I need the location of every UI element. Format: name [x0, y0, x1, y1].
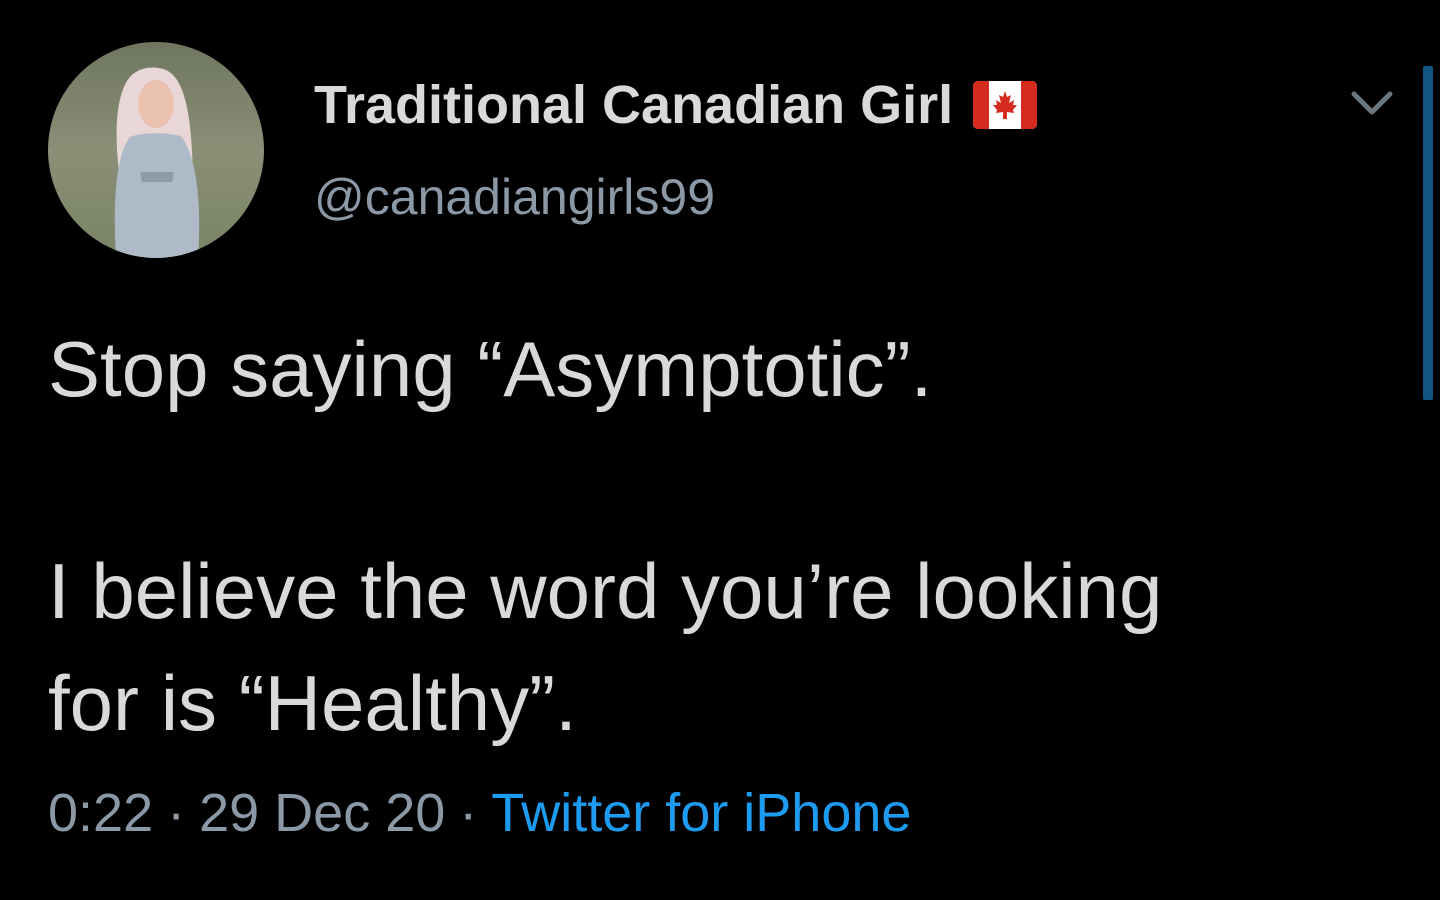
author-display-name[interactable]: Traditional Canadian Girl [314, 78, 953, 132]
canada-flag-icon [973, 81, 1038, 129]
separator: · [167, 783, 186, 843]
tweet-text-line: Stop saying “Asymptotic”. [48, 325, 933, 413]
tweet-source-link[interactable]: Twitter for iPhone [491, 786, 911, 840]
tweet-text-line: I believe the word you’re looking [48, 547, 1163, 635]
scrollbar[interactable] [1423, 66, 1433, 400]
tweet-date[interactable]: 29 Dec 20 [199, 786, 445, 840]
tweet-text-line: for is “Healthy”. [48, 659, 577, 747]
tweet-metadata: 0:22 · 29 Dec 20 · Twitter for iPhone [48, 786, 911, 840]
tweet: Traditional Canadian Girl @canadiangirls… [0, 0, 1440, 900]
author-handle[interactable]: @canadiangirls99 [314, 172, 715, 222]
author-name-row: Traditional Canadian Girl [314, 70, 1038, 140]
avatar[interactable] [48, 42, 264, 258]
avatar-image [48, 42, 264, 258]
tweet-time[interactable]: 0:22 [48, 786, 153, 840]
chevron-down-icon[interactable] [1348, 84, 1396, 120]
separator: · [459, 783, 478, 843]
